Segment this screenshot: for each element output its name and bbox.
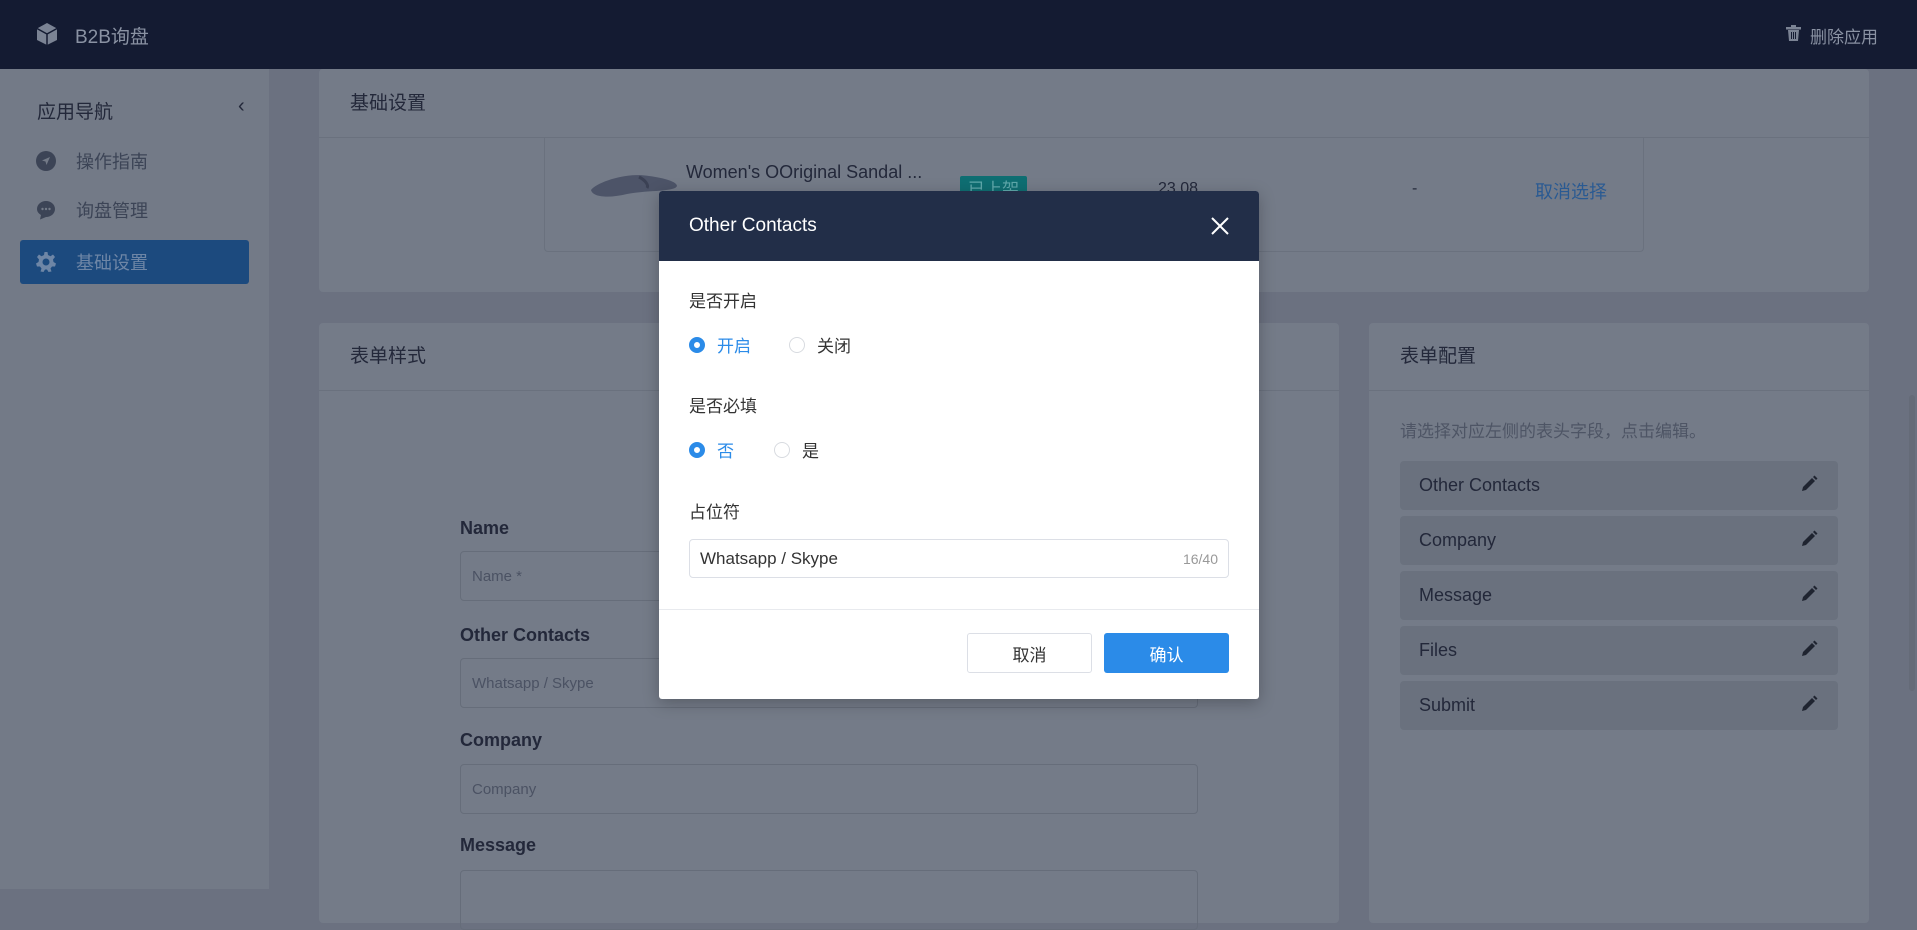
placeholder-value: Whatsapp / Skype [700,548,838,568]
pencil-icon[interactable] [1800,695,1818,718]
field-label-company: Company [460,730,543,750]
config-item-files[interactable]: Files [1400,626,1838,675]
radio-label: 是 [802,442,819,461]
delete-app-button[interactable]: 删除应用 [1786,23,1878,48]
product-name: Women's OOriginal Sandal ... [686,162,923,182]
confirm-button[interactable]: 确认 [1104,633,1229,673]
delete-app-label: 删除应用 [1810,28,1878,47]
char-count: 16/40 [1182,550,1218,567]
form-config-card: 表单配置 请选择对应左侧的表头字段，点击编辑。 [1369,323,1869,923]
deselect-link[interactable]: 取消选择 [1535,178,1607,204]
pencil-icon[interactable] [1800,585,1818,608]
product-extra: - [1412,180,1418,197]
dialog-header: Other Contacts [659,191,1259,261]
sidebar: 应用导航 ‹ 操作指南 询盘管理 基础设置 [0,69,269,889]
message-input[interactable] [460,870,1198,930]
radio-dot [789,336,805,353]
scrollbar-thumb[interactable] [1909,395,1915,691]
sidebar-item-label: 询盘管理 [76,201,148,221]
config-item-label: Files [1419,640,1458,660]
required-no-radio[interactable]: 否 [689,437,734,462]
radio-dot [689,336,705,353]
enable-on-radio[interactable]: 开启 [689,332,751,357]
chat-icon [36,200,56,220]
field-label-name: Name [460,518,510,538]
radio-label: 开启 [717,337,751,356]
config-item-label: Message [1419,585,1493,605]
radio-label: 否 [717,442,734,461]
radio-dot [689,441,705,458]
config-item-submit[interactable]: Submit [1400,681,1838,730]
radio-dot [774,441,790,458]
collapse-chevron-icon[interactable]: ‹ [238,95,245,118]
app-name: B2B询盘 [75,27,149,48]
field-label-other-contacts: Other Contacts [460,625,591,645]
sidebar-title: 应用导航 [37,102,114,123]
config-item-other-contacts[interactable]: Other Contacts [1400,461,1838,510]
navigation-icon [36,151,56,171]
pencil-icon[interactable] [1800,475,1818,498]
config-item-label: Other Contacts [1419,475,1541,495]
sidebar-item-guide[interactable]: 操作指南 [20,139,249,183]
enable-label: 是否开启 [689,292,757,311]
pencil-icon[interactable] [1800,640,1818,663]
company-input[interactable]: Company [460,764,1198,814]
cancel-button[interactable]: 取消 [967,633,1092,673]
field-label-message: Message [460,835,537,855]
dialog-title: Other Contacts [689,215,817,236]
cube-icon [36,22,58,51]
config-item-label: Company [1419,530,1497,550]
trash-icon [1786,25,1801,46]
gear-icon [36,252,56,272]
card-title: 表单配置 [1369,323,1869,391]
top-bar: B2B询盘 删除应用 [0,0,1917,69]
placeholder-label: 占位符 [689,503,740,522]
placeholder-input[interactable]: Whatsapp / Skype 16/40 [689,539,1229,578]
radio-label: 关闭 [817,337,851,356]
required-yes-radio[interactable]: 是 [774,437,819,462]
pencil-icon[interactable] [1800,530,1818,553]
card-title: 基础设置 [319,69,1869,138]
close-icon[interactable] [1211,217,1229,241]
config-item-company[interactable]: Company [1400,516,1838,565]
config-item-message[interactable]: Message [1400,571,1838,620]
sidebar-item-label: 基础设置 [76,253,148,273]
sidebar-item-label: 操作指南 [76,152,148,172]
config-item-label: Submit [1419,695,1476,715]
required-label: 是否必填 [689,397,757,416]
sidebar-item-basic-settings[interactable]: 基础设置 [20,240,249,284]
dialog-divider [659,609,1259,610]
sidebar-item-inquiry[interactable]: 询盘管理 [20,188,249,232]
other-contacts-dialog: Other Contacts 是否开启 开启 关闭 是否必填 否 是 占位符 W… [659,191,1259,699]
enable-off-radio[interactable]: 关闭 [789,332,851,357]
config-hint: 请选择对应左侧的表头字段，点击编辑。 [1400,422,1706,441]
